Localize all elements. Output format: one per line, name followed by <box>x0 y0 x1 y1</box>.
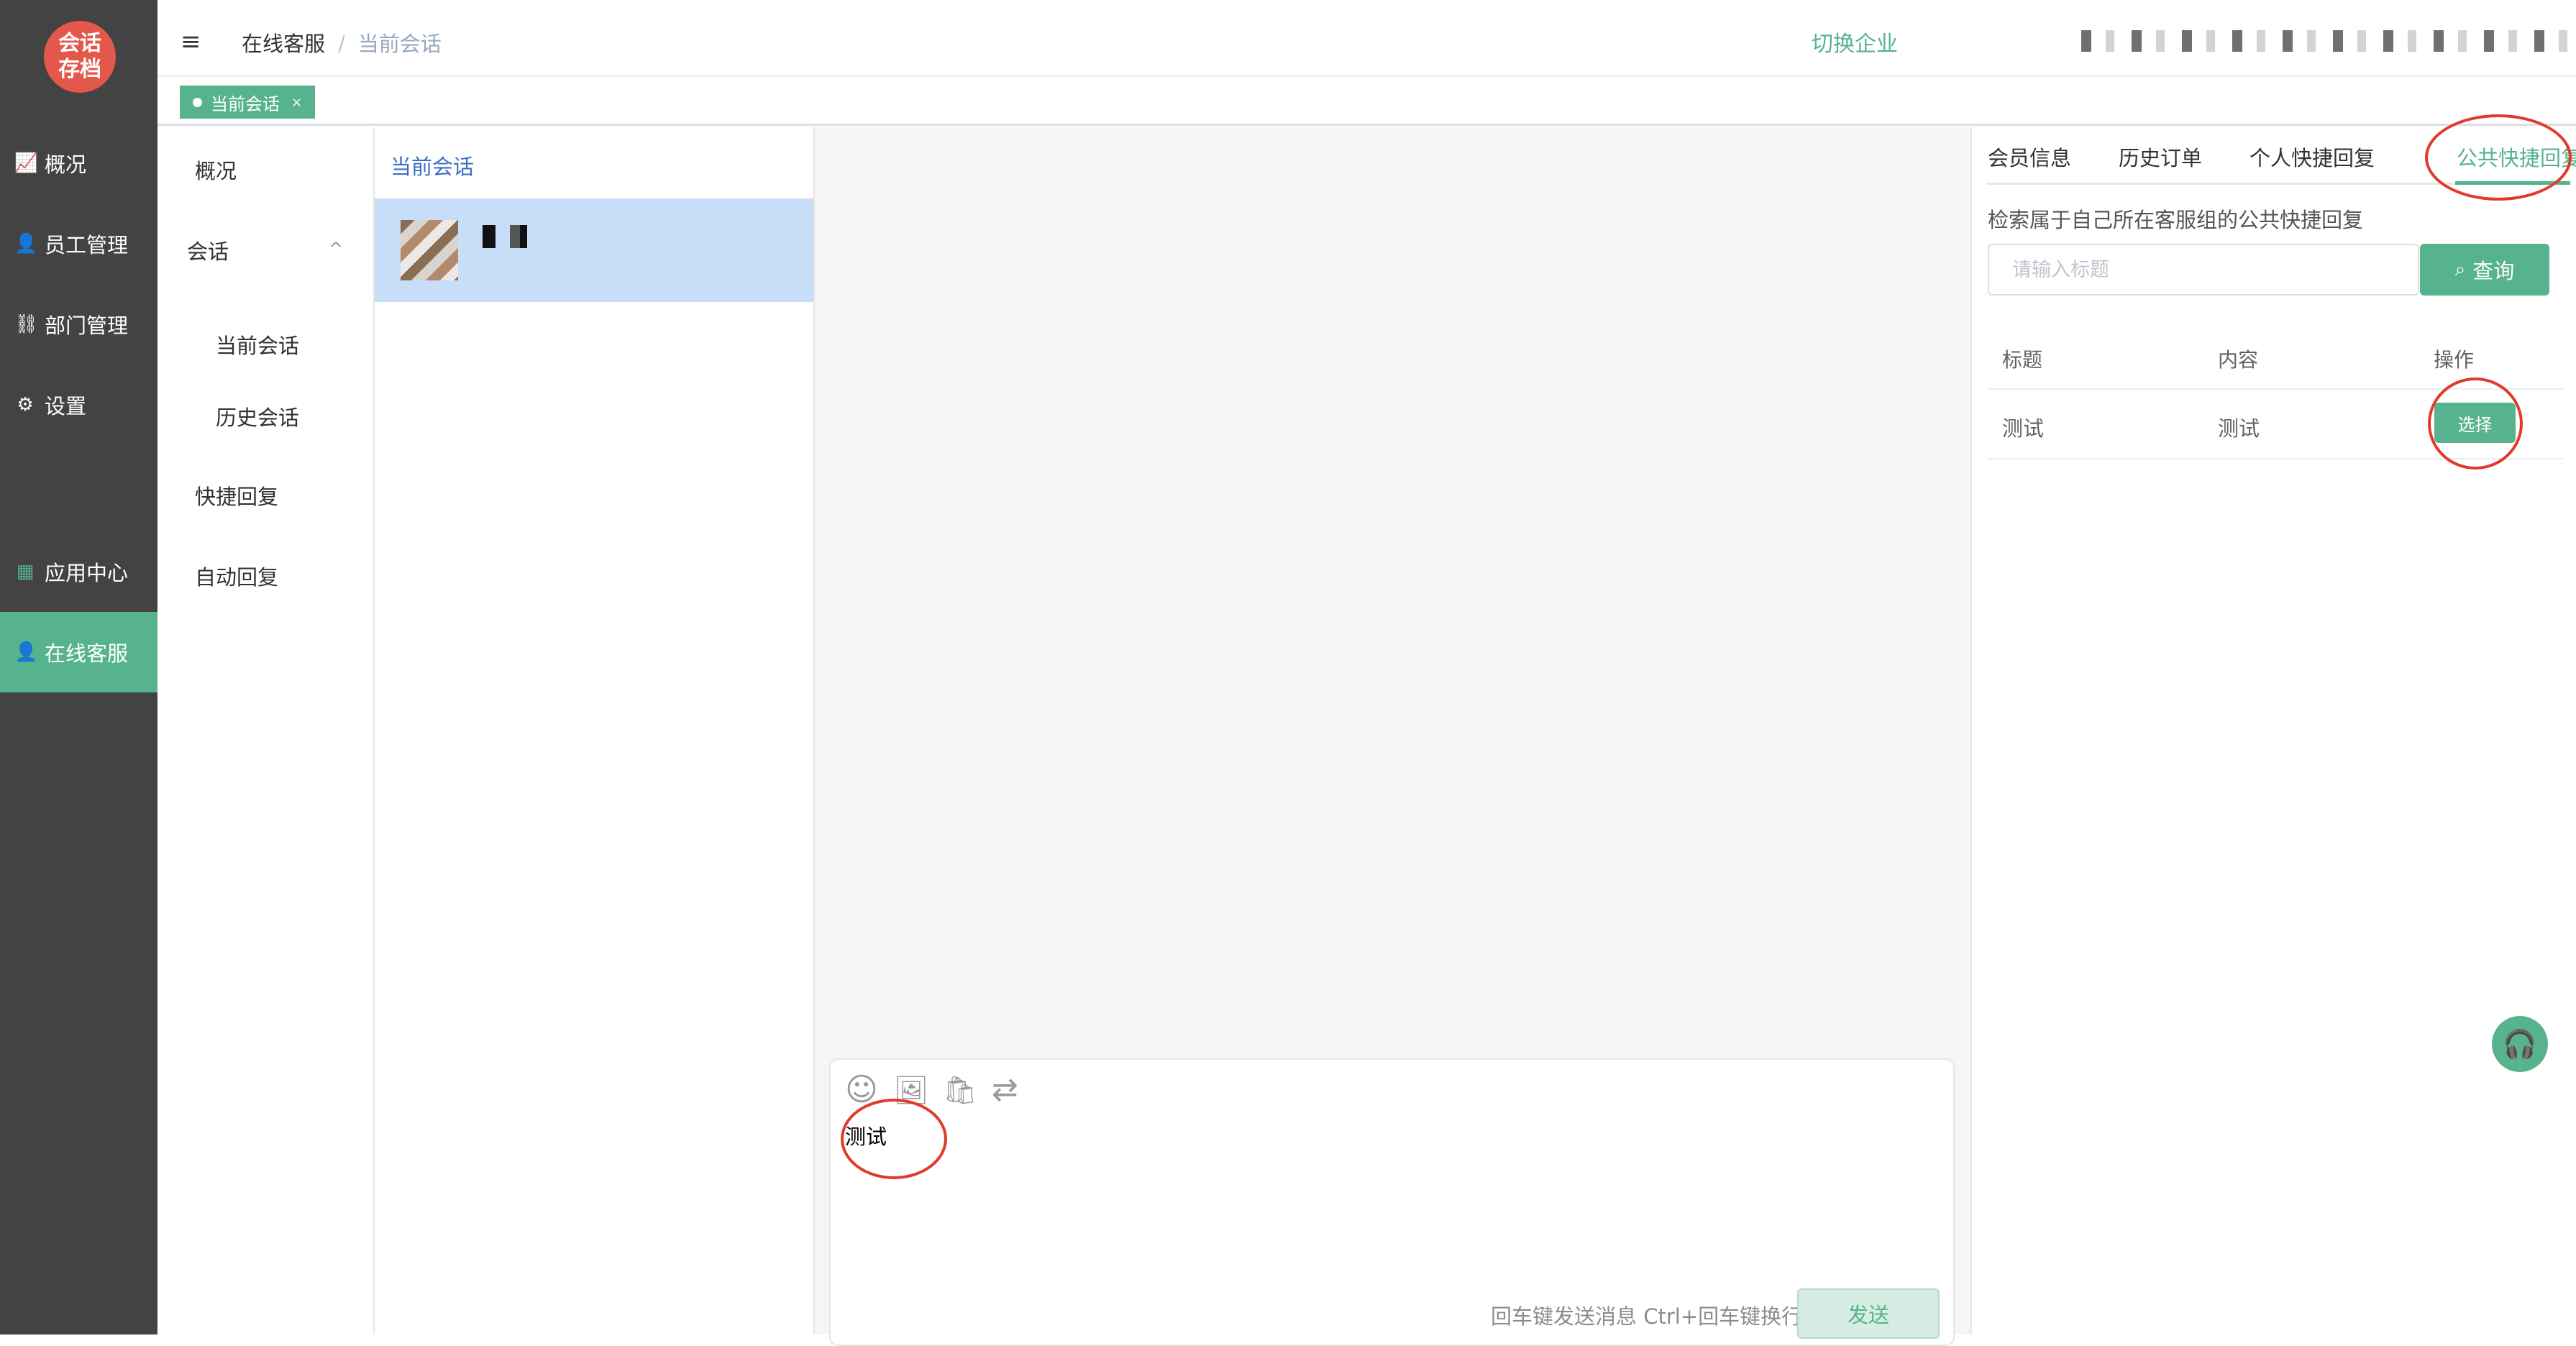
contact-avatar <box>401 220 458 280</box>
submenu-item-quick-reply[interactable]: 快捷回复 <box>195 480 278 511</box>
main-sidebar: 会话 存档 📈 概况 👤 员工管理 ⛓ 部门管理 ⚙ 设置 ▦ 应用中心 👤 在… <box>0 0 157 1334</box>
conversation-item[interactable] <box>375 198 813 302</box>
send-button[interactable]: 发送 <box>1797 1288 1940 1339</box>
customer-service-icon: 👤 <box>14 641 38 663</box>
right-panel: 会员信息 历史订单 个人快捷回复 公共快捷回复 检索属于自己所在客服组的公共快捷… <box>1970 114 2576 1334</box>
query-button-label: 查询 <box>2472 259 2515 283</box>
send-hint: 回车键发送消息 Ctrl+回车键换行 <box>1491 1304 1803 1329</box>
submenu-item-current-session[interactable]: 当前会话 <box>216 329 299 360</box>
table-cell-title: 测试 <box>2002 416 2045 441</box>
table-header-content: 内容 <box>2218 348 2259 372</box>
org-chart-icon: ⛓ <box>14 313 39 335</box>
sidebar-item-department[interactable]: ⛓ 部门管理 <box>0 284 157 365</box>
chat-area: ☺ 🖼 🛍 ⇄ 测试 回车键发送消息 Ctrl+回车键换行 发送 <box>815 127 1970 1346</box>
contact-name-redacted <box>483 225 527 248</box>
table-cell-content: 测试 <box>2218 416 2260 441</box>
table-header-action: 操作 <box>2434 348 2475 372</box>
sidebar-item-label: 应用中心 <box>45 561 129 585</box>
sidebar-item-label: 概况 <box>45 152 87 177</box>
query-button[interactable]: ⌕ 查询 <box>2420 244 2549 296</box>
tab-member-info[interactable]: 会员信息 <box>1988 142 2071 172</box>
sidebar-item-label: 部门管理 <box>45 313 129 338</box>
switch-enterprise-link[interactable]: 切换企业 <box>1812 26 1898 58</box>
tab-order-history[interactable]: 历史订单 <box>2119 142 2202 172</box>
sub-menu: 概况 会话 ^ 当前会话 历史会话 快捷回复 自动回复 <box>157 127 375 1334</box>
sidebar-item-overview[interactable]: 📈 概况 <box>0 123 157 203</box>
sidebar-item-online-service[interactable]: 👤 在线客服 <box>0 612 157 692</box>
menu-toggle-icon[interactable]: ≡ <box>181 27 201 56</box>
chart-line-icon: 📈 <box>14 152 38 174</box>
gear-icon: ⚙ <box>17 394 34 416</box>
breadcrumb-item[interactable]: 在线客服 <box>242 32 325 56</box>
annotation-circle <box>2428 377 2523 470</box>
annotation-circle <box>2425 114 2572 201</box>
user-info-redacted <box>2081 30 2576 52</box>
sidebar-item-label: 在线客服 <box>45 641 129 666</box>
transfer-icon[interactable]: ⇄ <box>992 1074 1018 1106</box>
tags-view-bar: 当前会话 × <box>157 77 2576 126</box>
submenu-item-history-session[interactable]: 历史会话 <box>216 401 299 431</box>
sidebar-item-label: 设置 <box>45 394 87 418</box>
sidebar-item-staff[interactable]: 👤 员工管理 <box>0 203 157 284</box>
tag-dot-icon <box>193 97 202 107</box>
top-header: ≡ 在线客服 / 当前会话 切换企业 <box>157 0 2576 77</box>
submenu-item-session[interactable]: 会话 <box>187 235 229 265</box>
tag-label: 当前会话 <box>211 93 280 114</box>
submenu-item-overview[interactable]: 概况 <box>195 155 237 185</box>
tab-personal-quick-reply[interactable]: 个人快捷回复 <box>2250 142 2375 172</box>
breadcrumb-separator: / <box>338 32 345 56</box>
breadcrumb: 在线客服 / 当前会话 <box>242 27 442 58</box>
message-composer: ☺ 🖼 🛍 ⇄ 测试 回车键发送消息 Ctrl+回车键换行 发送 <box>829 1058 1955 1346</box>
quick-reply-description: 检索属于自己所在客服组的公共快捷回复 <box>1988 208 2364 232</box>
app-logo: 会话 存档 <box>44 21 116 93</box>
sidebar-item-settings[interactable]: ⚙ 设置 <box>0 365 157 445</box>
conversation-list: 当前会话 <box>375 127 815 1334</box>
conversation-list-title: 当前会话 <box>390 155 475 179</box>
app-grid-icon: ▦ <box>16 561 35 582</box>
tag-close-icon[interactable]: × <box>291 95 302 110</box>
search-icon: ⌕ <box>2454 258 2466 280</box>
table-header-title: 标题 <box>2002 348 2043 372</box>
staff-icon: 👤 <box>14 233 38 255</box>
annotation-circle <box>841 1099 947 1179</box>
sidebar-item-app-center[interactable]: ▦ 应用中心 <box>0 531 157 612</box>
submenu-item-auto-reply[interactable]: 自动回复 <box>195 561 278 591</box>
bag-icon[interactable]: 🛍 <box>943 1074 977 1106</box>
title-search-input[interactable] <box>1988 244 2419 296</box>
tag-current-session[interactable]: 当前会话 × <box>180 86 316 119</box>
chevron-up-icon[interactable]: ^ <box>329 239 343 259</box>
sidebar-item-label: 员工管理 <box>45 233 129 257</box>
headset-icon[interactable]: 🎧 <box>2492 1016 2548 1072</box>
breadcrumb-current: 当前会话 <box>357 32 442 56</box>
